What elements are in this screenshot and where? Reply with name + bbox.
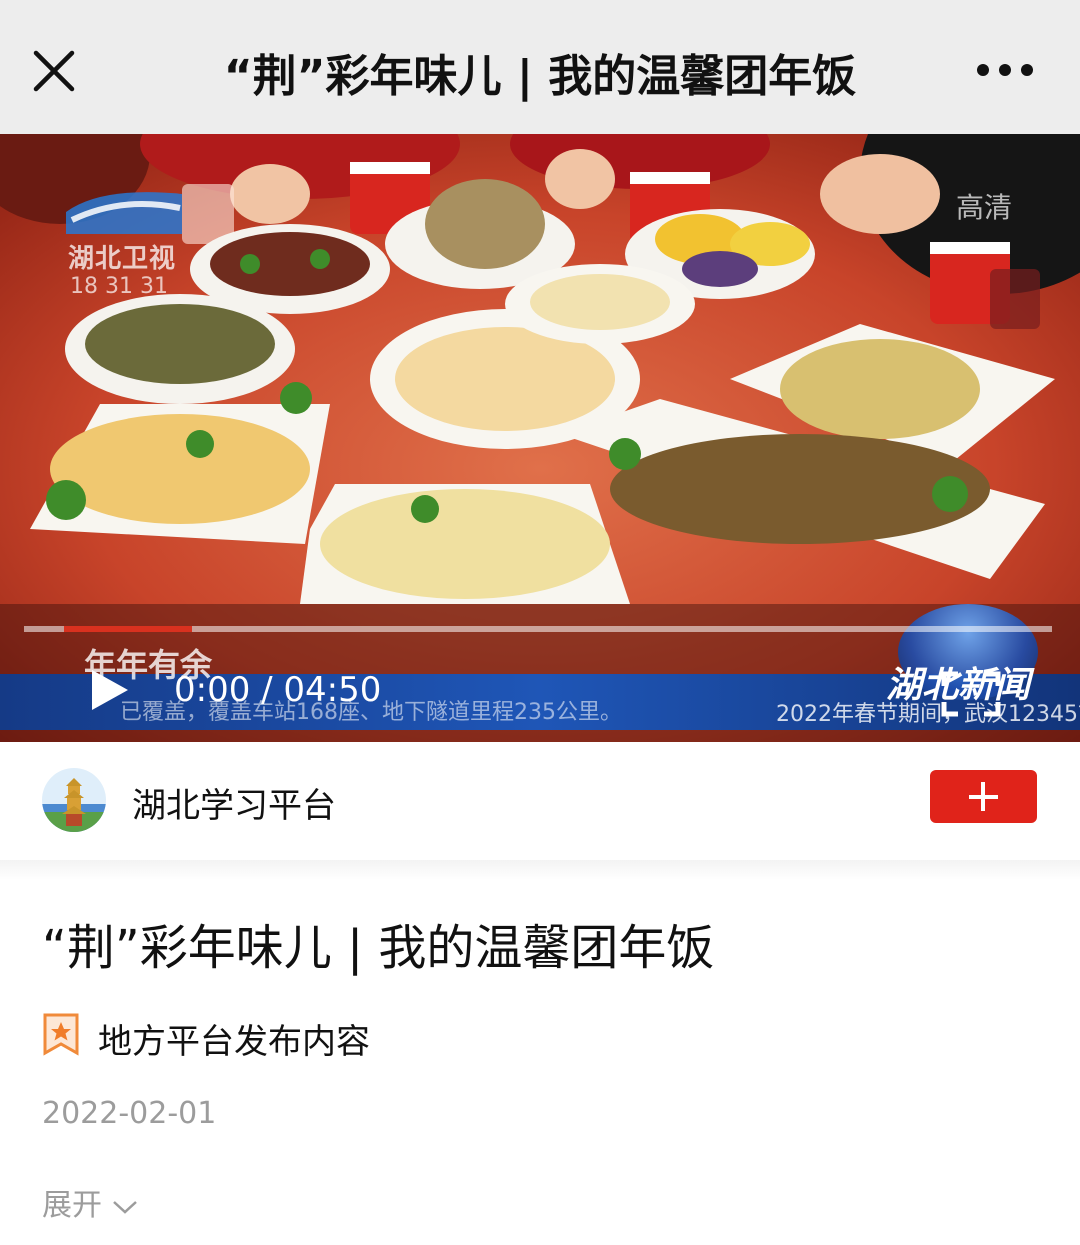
follow-button[interactable] bbox=[930, 770, 1037, 823]
local-platform-badge-icon bbox=[42, 1012, 80, 1056]
account-avatar[interactable] bbox=[42, 768, 106, 832]
page-title: “荆”彩年味儿 | 我的温馨团年饭 bbox=[223, 51, 857, 102]
playback-time: 0:00 / 04:50 bbox=[174, 670, 382, 710]
article-title: “荆”彩年味儿 | 我的温馨团年饭 bbox=[42, 920, 715, 976]
publish-date: 2022-02-01 bbox=[42, 1096, 217, 1131]
expand-button[interactable]: 展开 bbox=[42, 1180, 138, 1224]
more-icon[interactable] bbox=[970, 52, 1040, 92]
fullscreen-icon[interactable] bbox=[940, 670, 1002, 718]
play-icon[interactable] bbox=[88, 668, 130, 712]
progress-buffer bbox=[64, 626, 192, 632]
expand-label: 展开 bbox=[42, 1188, 102, 1223]
top-bar: “荆”彩年味儿 | 我的温馨团年饭 bbox=[0, 0, 1080, 134]
channel-watermark: 湖北卫视 18 31 31 bbox=[62, 186, 186, 306]
hubei-tv-logo-icon bbox=[66, 192, 182, 234]
close-icon[interactable] bbox=[30, 47, 78, 95]
video-player[interactable]: 湖北卫视 18 31 31 高清 已覆盖，覆盖车站168座、地下隧道里程235公… bbox=[0, 134, 1080, 742]
account-name[interactable]: 湖北学习平台 bbox=[132, 778, 336, 827]
plus-icon-vertical bbox=[981, 782, 985, 811]
watermark-text: 湖北卫视 bbox=[68, 244, 177, 274]
source-label: 地方平台发布内容 bbox=[98, 1022, 370, 1062]
quality-label: 高清 bbox=[955, 191, 1012, 224]
account-row: 湖北学习平台 bbox=[0, 742, 1080, 860]
chevron-down-icon bbox=[113, 1200, 137, 1214]
watermark-number: 18 31 31 bbox=[70, 274, 168, 299]
section-divider bbox=[0, 860, 1080, 880]
